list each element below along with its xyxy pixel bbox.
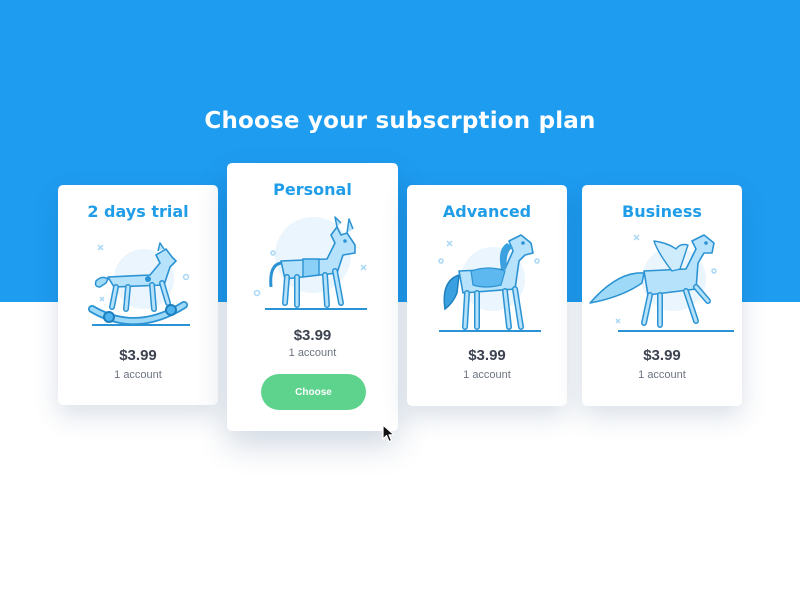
plan-card-business[interactable]: Business $3.99 1 account — [582, 185, 742, 406]
plan-price: $3.99 — [643, 347, 681, 364]
plan-accounts: 1 account — [288, 347, 337, 359]
plan-price: $3.99 — [119, 347, 157, 364]
plan-name: Business — [622, 202, 702, 221]
plan-name: Personal — [273, 180, 352, 199]
plan-card-personal[interactable]: Personal $3.99 1 account Choose — [227, 163, 398, 431]
plan-accounts: 1 account — [463, 369, 511, 381]
choose-button[interactable]: Choose — [261, 374, 366, 410]
plan-name: Advanced — [442, 202, 532, 221]
rocking-horse-icon — [88, 242, 190, 326]
horse-icon — [438, 234, 541, 332]
plan-card-trial[interactable]: 2 days trial $3.99 1 account — [58, 185, 218, 405]
mouse-cursor-icon — [382, 424, 395, 443]
plan-price: $3.99 — [293, 327, 332, 344]
plan-accounts: 1 account — [638, 369, 686, 381]
pegasus-icon — [589, 234, 734, 332]
page-title: Choose your subscrption plan — [204, 108, 596, 134]
donkey-icon — [253, 216, 367, 310]
plan-accounts: 1 account — [114, 369, 162, 381]
plan-card-advanced[interactable]: Advanced $3.99 1 account — [407, 185, 567, 406]
plan-price: $3.99 — [468, 347, 506, 364]
plan-name: 2 days trial — [87, 202, 189, 221]
